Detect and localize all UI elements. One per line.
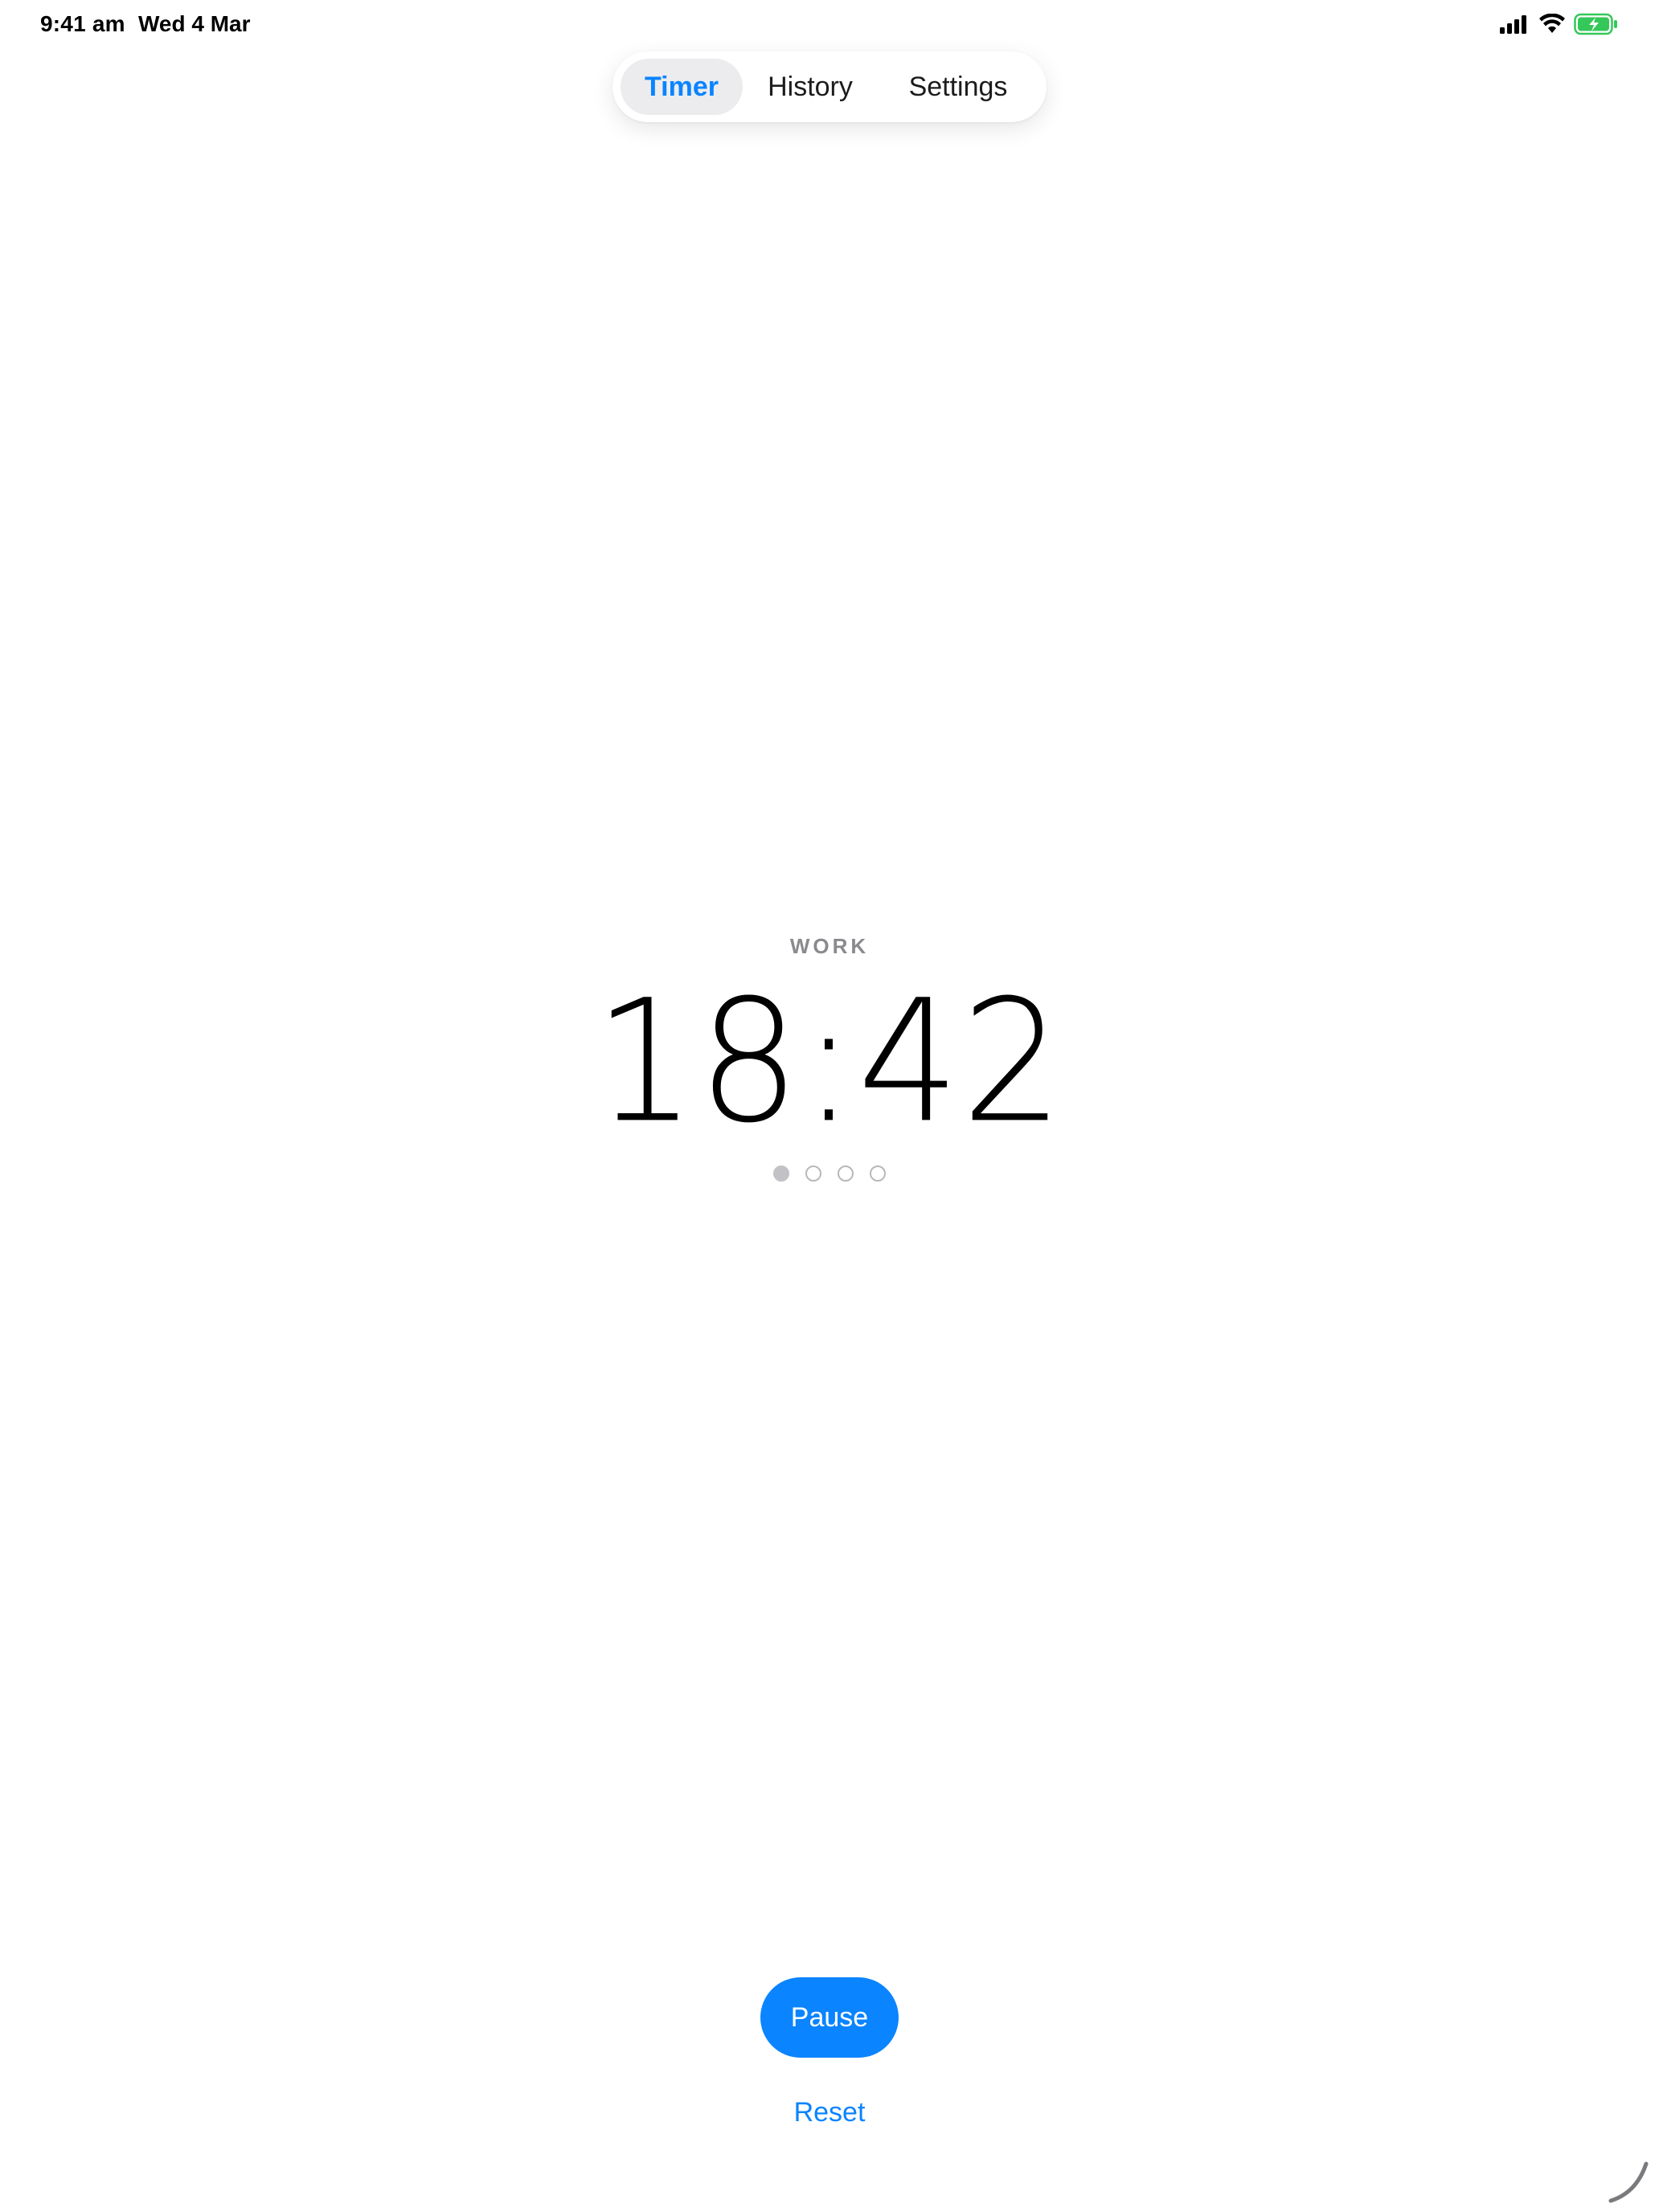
pause-button[interactable]: Pause [760,1977,899,2058]
session-dot [838,1165,854,1182]
status-icons [1498,13,1619,35]
tab-settings[interactable]: Settings [878,59,1038,115]
tab-history[interactable]: History [743,59,878,115]
tab-bar: Timer History Settings [612,51,1047,122]
session-progress-dots [0,1165,1659,1182]
corner-resize-handle-icon[interactable] [1604,2157,1653,2206]
battery-charging-icon [1574,13,1617,35]
session-dot [870,1165,886,1182]
status-date: Wed 4 Mar [138,11,251,36]
wifi-icon [1539,14,1565,33]
reset-button[interactable]: Reset [749,2090,910,2135]
session-dot [805,1165,821,1182]
tab-timer[interactable]: Timer [621,59,743,115]
cellular-signal-icon [1500,15,1526,34]
timer-display: 18:42 [593,964,1066,1161]
session-dot [773,1165,789,1182]
status-time: 9:41 am [40,11,125,36]
timer-mode-label: WORK [789,934,870,958]
timer-screen: 9:41 am Wed 4 Mar Timer History Settings… [0,0,1659,2212]
